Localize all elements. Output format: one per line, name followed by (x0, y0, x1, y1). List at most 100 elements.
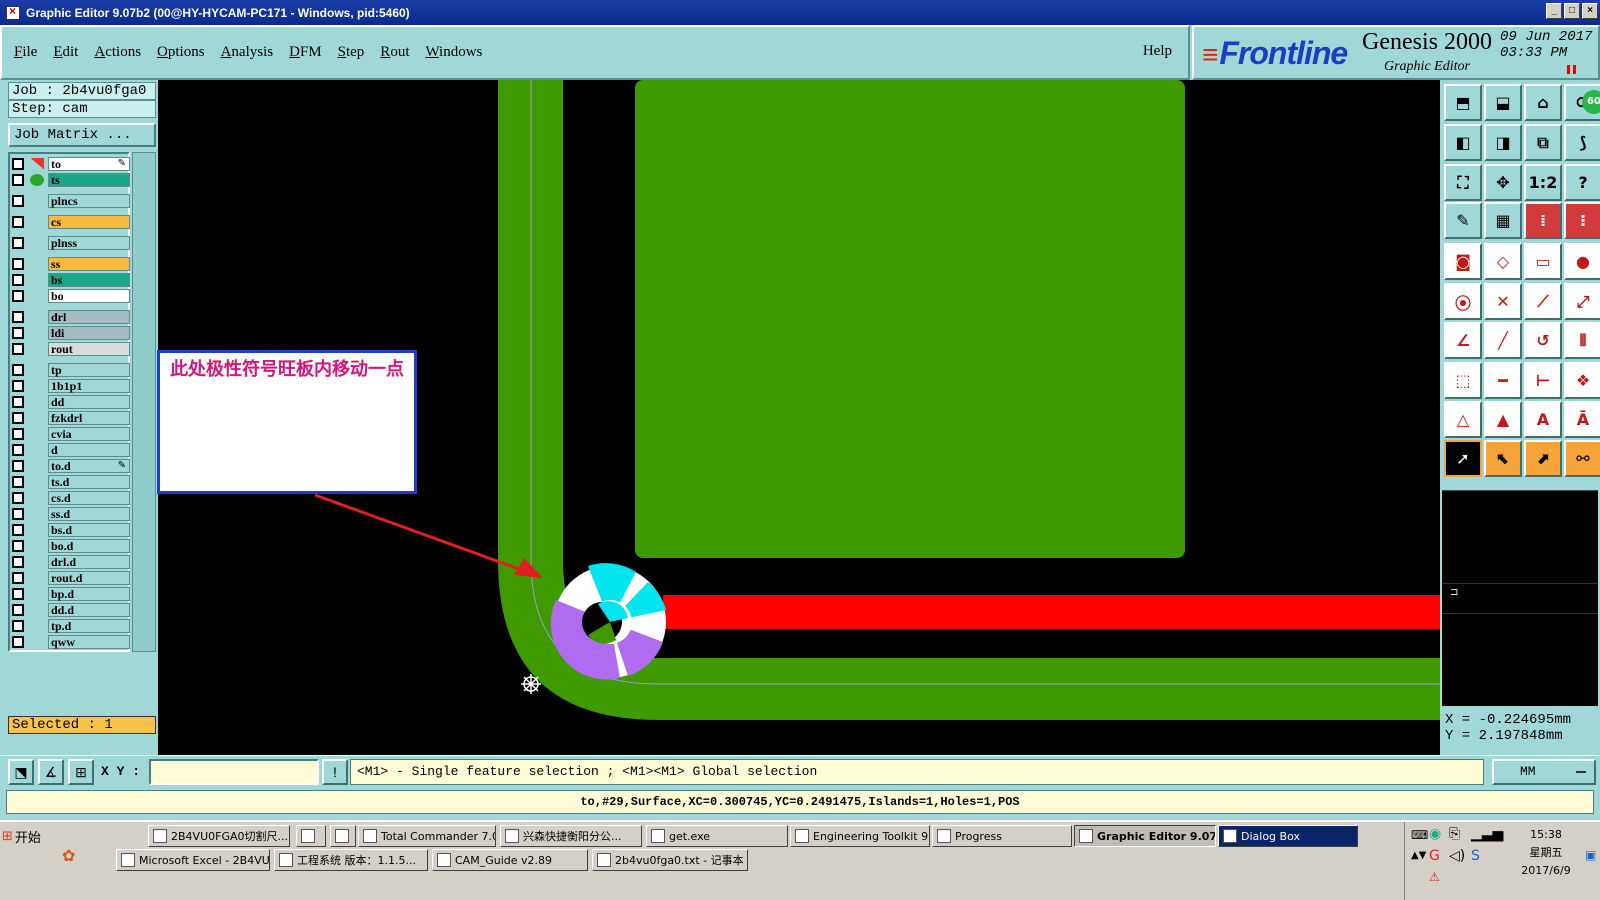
layer-row-dd-d[interactable]: dd.d (12, 602, 130, 617)
triangle-up-tool-button[interactable]: ▲ (1484, 401, 1522, 438)
taskbar-button[interactable]: Microsoft Excel - 2B4VU0... (116, 849, 270, 871)
layer-row-bo[interactable]: bo (12, 288, 130, 303)
expand-tray-icon[interactable]: ▲▼ (1411, 850, 1426, 861)
network-icon[interactable]: ▁▃▅ (1471, 826, 1503, 842)
layer-name[interactable]: ts (48, 172, 130, 187)
bang-button[interactable]: ! (322, 759, 348, 785)
text-b-tool-button[interactable]: Ā (1564, 401, 1600, 438)
layer-row-bs-d[interactable]: bs.d (12, 522, 130, 537)
layer-checkbox[interactable] (12, 475, 24, 488)
layer-row-fzkdrl[interactable]: fzkdrl (12, 410, 130, 425)
layer-checkbox[interactable] (12, 273, 24, 286)
triangle-tool-button[interactable]: △ (1444, 401, 1482, 438)
taskbar-button[interactable]: Progress (932, 825, 1072, 847)
layer-checkbox[interactable] (12, 379, 24, 392)
taskbar-button[interactable]: Graphic Editor 9.07... (1074, 825, 1216, 847)
layer-checkbox[interactable] (12, 587, 24, 600)
select-net-tool-button[interactable]: ⚯ (1564, 440, 1600, 477)
layer-row-plncs[interactable]: plncs (12, 193, 130, 208)
layer-row-ts[interactable]: ts (12, 172, 130, 187)
layer-name[interactable]: ss.d (48, 506, 130, 521)
select-frame-tool-button[interactable]: ⬉ (1484, 440, 1522, 477)
shape-tool-button[interactable]: ◇ (1484, 243, 1522, 280)
mirror-tool-button[interactable]: ⧉ (1524, 124, 1562, 161)
layer-name[interactable]: plnss (48, 235, 130, 250)
grid-mode-button[interactable]: ⊞ (68, 759, 94, 785)
pan-right-tool-button[interactable]: ◨ (1484, 124, 1522, 161)
minimize-button[interactable]: _ (1546, 3, 1562, 19)
layer-checkbox[interactable] (12, 215, 24, 228)
layer-row-drl-d[interactable]: drl.d (12, 554, 130, 569)
layer-name[interactable]: dd.d (48, 602, 130, 617)
slash-tool-button[interactable]: ╱ (1484, 322, 1522, 359)
layer-row-drl[interactable]: drl (12, 309, 130, 324)
tray-s-icon[interactable]: S (1471, 848, 1480, 864)
taskbar-button[interactable] (330, 825, 356, 847)
layer-checkbox[interactable] (12, 236, 24, 249)
layer-name[interactable]: 1b1p1 (48, 378, 130, 393)
layer-row-bs[interactable]: bs (12, 272, 130, 287)
angle-tool-button[interactable]: ∠ (1444, 322, 1482, 359)
layer-checkbox[interactable] (12, 491, 24, 504)
layer-name[interactable]: bo.d (48, 538, 130, 553)
layer-row-1b1p1[interactable]: 1b1p1 (12, 378, 130, 393)
tray-warn-icon[interactable]: ⚠ (1429, 870, 1440, 884)
layer-select-tool-button[interactable]: ⁞ (1524, 202, 1562, 239)
layer-name[interactable]: cs.d (48, 490, 130, 505)
menu-file[interactable]: File (14, 44, 37, 61)
layer-row-ldi[interactable]: ldi (12, 325, 130, 340)
tray-doc-icon[interactable]: ⎘ (1449, 826, 1460, 842)
arc-tool-button[interactable]: ↺ (1524, 322, 1562, 359)
taskbar-button[interactable]: CAM_Guide v2.89 (432, 849, 588, 871)
ruler-tool-button[interactable]: ▭ (1524, 243, 1562, 280)
layer-checkbox[interactable] (12, 310, 24, 323)
layer-row-bp-d[interactable]: bp.d (12, 586, 130, 601)
menu-actions[interactable]: Actions (94, 44, 141, 61)
taskbar-button[interactable] (296, 825, 326, 847)
layer-row-bo-d[interactable]: bo.d (12, 538, 130, 553)
layer-row-cs[interactable]: cs (12, 214, 130, 229)
job-matrix-button[interactable]: Job Matrix ... (8, 123, 156, 147)
layer-row-d[interactable]: d (12, 442, 130, 457)
menu-help[interactable]: Help (1143, 43, 1172, 60)
line-tool-button[interactable]: ⟋ (1524, 283, 1562, 320)
dimension-tool-button[interactable]: ⊢ (1524, 362, 1562, 399)
layer-name[interactable]: drl.d (48, 554, 130, 569)
quick-launch-icon[interactable]: ✿ (62, 846, 75, 865)
layer-name[interactable]: tp.d (48, 618, 130, 633)
zoom-in-tool-button[interactable]: ⬓ (1484, 84, 1522, 121)
angle-mode-button[interactable]: ∡ (38, 759, 64, 785)
layer-name[interactable]: dd (48, 394, 130, 409)
menu-windows[interactable]: Windows (425, 44, 482, 61)
layer-checkbox[interactable] (12, 635, 24, 648)
connect-tool-button[interactable]: ⦿ (1444, 283, 1482, 320)
zoom-home-tool-button[interactable]: ⬒ (1444, 84, 1482, 121)
layer-checkbox[interactable] (12, 539, 24, 552)
layer-name[interactable]: bs (48, 272, 130, 287)
pan-left-tool-button[interactable]: ◧ (1444, 124, 1482, 161)
query-tool-button[interactable]: ? (1564, 164, 1600, 201)
taskbar-button[interactable]: 兴森快捷衡阳分公... (500, 825, 642, 847)
taskbar-button[interactable]: get.exe (646, 825, 788, 847)
overview-map[interactable]: ⊐ (1442, 490, 1598, 706)
group-tool-button[interactable]: ❖ (1564, 362, 1600, 399)
layer-row-to[interactable]: to ✎ (12, 156, 130, 171)
menu-dfm[interactable]: DFM (289, 44, 322, 61)
layer-name[interactable]: fzkdrl (48, 410, 130, 425)
delete-node-tool-button[interactable]: ✕ (1484, 283, 1522, 320)
layer-name[interactable]: cvia (48, 426, 130, 441)
show-desktop-icon[interactable]: ▣ (1585, 848, 1596, 862)
layer-row-ss-d[interactable]: ss.d (12, 506, 130, 521)
layer-checkbox[interactable] (12, 443, 24, 456)
layer-checkbox[interactable] (12, 363, 24, 376)
layer-row-plnss[interactable]: plnss (12, 235, 130, 250)
layer-name[interactable]: bs.d (48, 522, 130, 537)
layer-checkbox[interactable] (12, 157, 24, 170)
layer-row-ts-d[interactable]: ts.d (12, 474, 130, 489)
start-button[interactable]: ⊞ 开始 (2, 825, 54, 847)
line-add-tool-button[interactable]: ⤢ (1564, 283, 1600, 320)
taskbar-button[interactable]: Total Commander 7.0... (358, 825, 496, 847)
layer-checkbox[interactable] (12, 326, 24, 339)
layer-name[interactable]: rout (48, 341, 130, 356)
center-tool-button[interactable]: ✥ (1484, 164, 1522, 201)
